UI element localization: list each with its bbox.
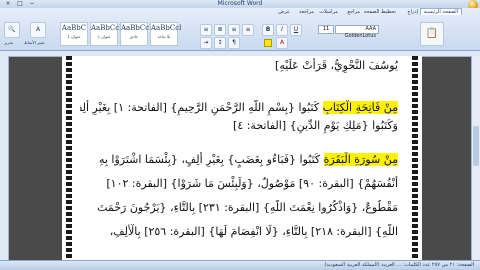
change-styles-icon[interactable]: A xyxy=(30,22,46,38)
minimize-button[interactable]: − xyxy=(26,0,38,8)
style-label: عنوان 2 xyxy=(97,34,111,39)
text-line-6[interactable]: مِنْ سُورَةِ الْبَقَرَةِ كَتَبُوا {فَبَا… xyxy=(80,152,398,168)
styles-gallery: AaBbC عنوان 1 AaBbCcI عنوان 2 AaBbCcI عادي … xyxy=(60,22,190,46)
text-line-3[interactable]: مِنْ فَاتِحَةِ الْكِتَابِ كَتَبُوا {بِسْ… xyxy=(80,100,398,116)
ribbon-tabs: الصفحة الرئيسية إدراج تخطيط الصفحة مراجع… xyxy=(0,8,480,15)
paste-icon[interactable]: 📋 xyxy=(420,22,444,46)
underline-icon[interactable]: U xyxy=(290,24,302,36)
title-bar: Microsoft Word × □ − xyxy=(0,0,480,10)
vertical-scrollbar[interactable] xyxy=(471,56,480,261)
tab-home[interactable]: الصفحة الرئيسية xyxy=(419,8,462,15)
text-line-1[interactable]: يُوسُفَ النَّحْوِيُّ، قَرَأَتْ عَلَيْهِ] xyxy=(80,58,398,74)
bullets-icon[interactable]: ≡ xyxy=(200,24,212,36)
status-info: الصفحة: ٢١ من ٢٥٧ عدد الكلمات: ... العرب… xyxy=(324,262,474,268)
line-text: كَتَبُوا {بِسْمِ اللَّهِ الرَّحْمَنِ الر… xyxy=(80,101,320,114)
style-heading2[interactable]: AaBbCcI عنوان 2 xyxy=(90,22,122,46)
highlighted-heading: مِنْ سُورَةِ الْبَقَرَةِ xyxy=(323,153,398,166)
tab-references[interactable]: مراجع xyxy=(347,9,360,15)
font-color-icon[interactable]: A xyxy=(276,37,288,49)
page-border-right xyxy=(412,56,418,262)
indent-icon[interactable]: ⇥ xyxy=(200,37,212,49)
line-text: كَتَبُوا {فَبَاءُو بِغَضَبٍ} بِغَيْرِ أَ… xyxy=(98,153,324,166)
style-no-spacing[interactable]: AaBbCcl بلا تباعد xyxy=(150,22,182,46)
status-bar: الصفحة: ٢١ من ٢٥٧ عدد الكلمات: ... العرب… xyxy=(0,260,480,270)
numbering-icon[interactable]: ≣ xyxy=(214,24,226,36)
ribbon: الصفحة الرئيسية إدراج تخطيط الصفحة مراجع… xyxy=(0,8,480,51)
maximize-button[interactable]: □ xyxy=(14,0,26,8)
style-preview: AaBbCcI xyxy=(121,24,152,32)
highlighted-heading: مِنْ فَاتِحَةِ الْكِتَابِ xyxy=(322,101,398,114)
text-line-7[interactable]: أَنْفُسَهُمْ} [البقرة: ٩٠] مَوْصُولٌ، {و… xyxy=(80,176,398,192)
scrollbar-thumb[interactable] xyxy=(473,126,479,166)
line-text: اللَّهِ} [البقرة: ٢١٨] بِالتَّاءِ، {لَا … xyxy=(109,225,398,238)
align-right-icon[interactable]: ≡ xyxy=(228,24,240,36)
line-text: وَكَتَبُوا {مَلِكِ يَوْمِ الدِّينِ} [الف… xyxy=(233,119,398,132)
tab-view[interactable]: عرض xyxy=(278,9,290,15)
vertical-ruler[interactable] xyxy=(0,56,9,261)
bold-icon[interactable]: B xyxy=(262,24,274,36)
text-line-8[interactable]: مَقْطُوعٌ، {وَاذْكُرُوا نِعْمَتَ اللَّهِ… xyxy=(80,200,398,216)
line-text: يُوسُفَ النَّحْوِيُّ، قَرَأَتْ عَلَيْهِ] xyxy=(275,59,398,72)
highlight-color-icon[interactable] xyxy=(264,39,272,47)
style-preview: AaBbCcI xyxy=(91,24,122,32)
document-page[interactable]: يُوسُفَ النَّحْوِيُّ، قَرَأَتْ عَلَيْهِ]… xyxy=(62,56,422,262)
style-normal[interactable]: AaBbCcI عادي xyxy=(120,22,152,46)
sort-icon[interactable]: ↕ xyxy=(214,37,226,49)
tab-page-layout[interactable]: تخطيط الصفحة xyxy=(364,9,396,15)
font-name-field[interactable]: AAA GoldenLotus xyxy=(335,25,379,39)
style-label: عادي xyxy=(129,34,139,39)
tab-mailings[interactable]: مراسلات xyxy=(319,9,338,15)
align-center-icon[interactable]: ≡ xyxy=(242,24,254,36)
style-label: بلا تباعد xyxy=(157,34,171,39)
window-title: Microsoft Word xyxy=(217,0,263,7)
font-size-field[interactable]: 11 xyxy=(318,25,334,34)
page-border-left xyxy=(66,56,72,262)
text-line-4[interactable]: وَكَتَبُوا {مَلِكِ يَوْمِ الدِّينِ} [الف… xyxy=(80,118,398,134)
style-preview: AaBbC xyxy=(61,24,87,32)
tab-insert[interactable]: إدراج xyxy=(407,9,418,15)
close-button[interactable]: × xyxy=(2,0,14,8)
text-line-9[interactable]: اللَّهِ} [البقرة: ٢١٨] بِالتَّاءِ، {لَا … xyxy=(80,224,398,240)
show-marks-icon[interactable]: ¶ xyxy=(228,37,240,49)
line-text: مَقْطُوعٌ، {وَاذْكُرُوا نِعْمَتَ اللَّهِ… xyxy=(97,201,398,214)
style-preview: AaBbCcl xyxy=(151,24,182,32)
find-icon[interactable]: 🔍 xyxy=(4,22,20,38)
change-styles-label: تغيير الأنماط xyxy=(24,40,45,45)
edit-group-label: تحرير xyxy=(4,40,14,45)
tab-review[interactable]: مراجعة xyxy=(299,9,314,15)
style-label: عنوان 1 xyxy=(67,34,81,39)
italic-icon[interactable]: I xyxy=(276,24,288,36)
line-text: أَنْفُسَهُمْ} [البقرة: ٩٠] مَوْصُولٌ، {و… xyxy=(106,177,398,190)
style-heading1[interactable]: AaBbC عنوان 1 xyxy=(60,22,88,46)
